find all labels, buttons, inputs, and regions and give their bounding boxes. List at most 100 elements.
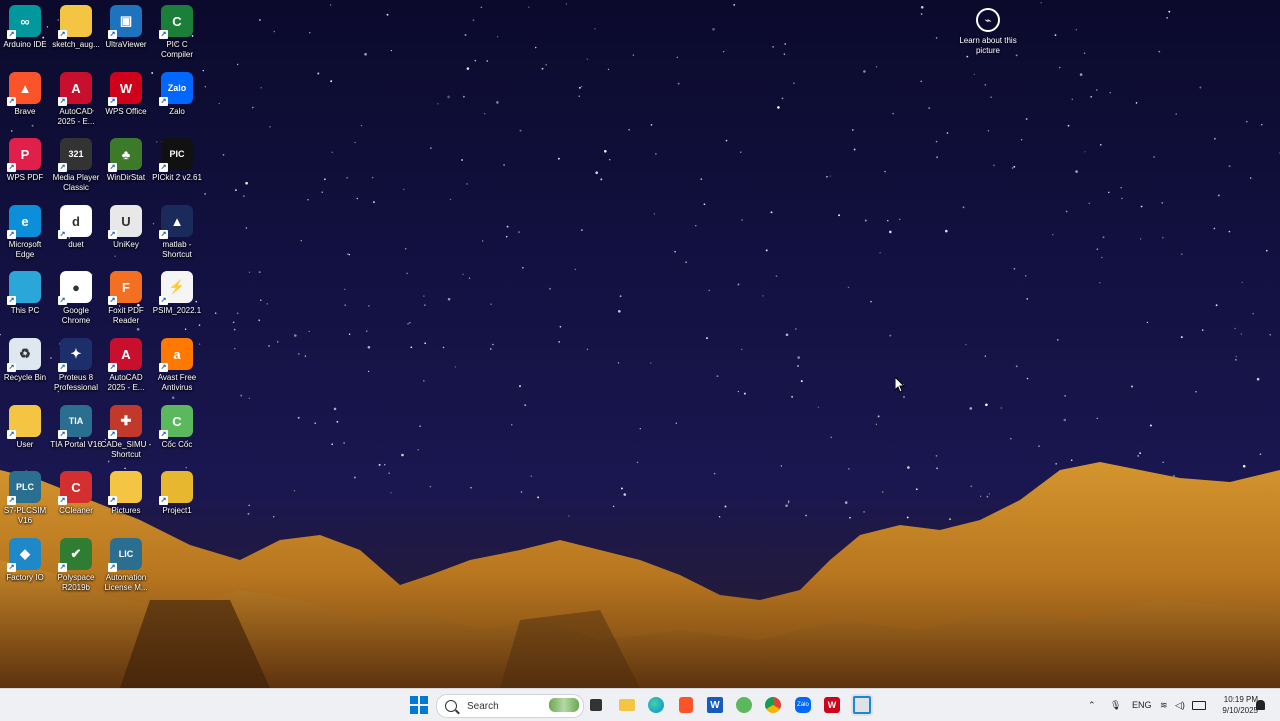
chrome-taskbar-button[interactable] (762, 694, 784, 716)
desktop-shortcut-label: WinDirStat (106, 173, 146, 182)
shortcut-arrow-icon: ↗ (7, 97, 16, 106)
desktop-shortcut[interactable]: ● ↗ Google Chrome (51, 271, 101, 326)
microphone-button[interactable]: 🎙 (1110, 689, 1121, 721)
desktop-shortcut[interactable]: A ↗ AutoCAD 2025 - E... (51, 72, 101, 127)
battery-button[interactable] (1192, 689, 1206, 721)
taskbar: Search W Zalo W ⌃ 🎙 ENG ≋ ◁) 10:19 PM 9/… (0, 688, 1280, 721)
coc-coc-taskbar-button[interactable] (733, 694, 755, 716)
desktop-shortcut[interactable]: ✔ ↗ Polyspace R2019b (51, 538, 101, 593)
language-indicator[interactable]: ENG (1132, 689, 1152, 721)
desktop-shortcut[interactable]: ◆ ↗ Factory IO (0, 538, 50, 583)
desktop-shortcut[interactable]: ↗ User (0, 405, 50, 450)
desktop-shortcut[interactable]: 321 ↗ Media Player Classic (51, 138, 101, 193)
file-explorer-button[interactable] (616, 694, 638, 716)
edge-taskbar-button[interactable] (645, 694, 667, 716)
desktop-shortcut-label: Polyspace R2019b (57, 573, 95, 592)
chevron-up-icon: ⌃ (1088, 699, 1096, 710)
task-view-button[interactable] (585, 694, 607, 716)
pickit-icon: PIC ↗ (159, 138, 193, 172)
desktop-shortcut[interactable]: ↗ Project1 (152, 471, 202, 516)
snipping-tool-icon (853, 696, 871, 714)
notification-button[interactable] (1256, 689, 1265, 721)
desktop-shortcut-label: UltraViewer (105, 40, 147, 49)
shortcut-arrow-icon: ↗ (108, 30, 117, 39)
edge-icon (648, 697, 664, 713)
word-icon: W (707, 697, 723, 713)
desktop-shortcut[interactable]: ↗ This PC (0, 271, 50, 316)
desktop-shortcut[interactable]: A ↗ AutoCAD 2025 - E... (101, 338, 151, 393)
desktop-shortcut-label: Media Player Classic (52, 173, 100, 192)
proteus-icon: ✦ ↗ (58, 338, 92, 372)
coc-coc-icon (736, 697, 752, 713)
desktop-shortcut[interactable]: P ↗ WPS PDF (0, 138, 50, 183)
ultraviewer-icon: ▣ ↗ (108, 5, 142, 39)
shortcut-arrow-icon: ↗ (159, 30, 168, 39)
show-hidden-icons-button[interactable]: ⌃ (1088, 689, 1096, 721)
desktop-shortcut-label: This PC (10, 306, 40, 315)
taskbar-search[interactable]: Search (436, 694, 584, 718)
desktop-shortcut[interactable]: d ↗ duet (51, 205, 101, 250)
desktop-shortcut[interactable]: ↗ sketch_aug... (51, 5, 101, 50)
desktop-shortcut[interactable]: ✦ ↗ Proteus 8 Professional (51, 338, 101, 393)
cade-simu-icon: ✚ ↗ (108, 405, 142, 439)
matlab-icon: ▲ ↗ (159, 205, 193, 239)
desktop-shortcut-label: Automation License M... (104, 573, 148, 592)
desktop-shortcut[interactable]: C ↗ PIC C Compiler (152, 5, 202, 60)
desktop-shortcut[interactable]: TIA ↗ TIA Portal V16 (50, 405, 102, 450)
desktop-shortcut-label: WPS PDF (6, 173, 44, 182)
desktop-shortcut[interactable]: Zalo ↗ Zalo (152, 72, 202, 117)
wps-icon: W (824, 697, 840, 713)
desktop-shortcut-label: PSIM_2022.1 (152, 306, 202, 315)
shortcut-arrow-icon: ↗ (58, 496, 67, 505)
desktop-shortcut[interactable]: ♻ ↗ Recycle Bin (0, 338, 50, 383)
desktop-shortcut-label: matlab - Shortcut (162, 240, 192, 259)
desktop-shortcut[interactable]: LIC ↗ Automation License M... (101, 538, 151, 593)
shortcut-arrow-icon: ↗ (159, 163, 168, 172)
desktop-shortcut[interactable]: C ↗ CCleaner (51, 471, 101, 516)
chrome-icon (765, 697, 781, 713)
start-button[interactable] (408, 694, 430, 716)
desktop-shortcut[interactable]: ∞ ↗ Arduino IDE (0, 5, 50, 50)
shortcut-arrow-icon: ↗ (58, 296, 67, 305)
desktop-shortcut[interactable]: a ↗ Avast Free Antivirus (152, 338, 202, 393)
volume-button[interactable]: ◁) (1175, 689, 1185, 721)
desktop-shortcut-label: CCleaner (59, 506, 93, 515)
word-taskbar-button[interactable]: W (704, 694, 726, 716)
zalo-icon: Zalo (795, 697, 811, 713)
autocad-icon: A ↗ (58, 72, 92, 106)
wps-taskbar-button[interactable]: W (821, 694, 843, 716)
desktop-shortcut[interactable]: e ↗ Microsoft Edge (0, 205, 50, 260)
shortcut-arrow-icon: ↗ (108, 230, 117, 239)
shortcut-arrow-icon: ↗ (159, 496, 168, 505)
desktop-shortcut[interactable]: W ↗ WPS Office (101, 72, 151, 117)
clock[interactable]: 10:19 PM 9/10/2025 (1208, 694, 1258, 716)
desktop-shortcut[interactable]: ▣ ↗ UltraViewer (101, 5, 151, 50)
desktop-shortcut[interactable]: ⚡ ↗ PSIM_2022.1 (152, 271, 202, 316)
desktop-shortcut[interactable]: PLC ↗ S7-PLCSIM V16 (0, 471, 50, 526)
zalo-taskbar-button[interactable]: Zalo (792, 694, 814, 716)
brave-taskbar-button[interactable] (675, 694, 697, 716)
desktop-shortcut[interactable]: U ↗ UniKey (101, 205, 151, 250)
desktop-shortcut[interactable]: ▲ ↗ matlab - Shortcut (152, 205, 202, 260)
shortcut-arrow-icon: ↗ (58, 563, 67, 572)
media-player-classic-icon: 321 ↗ (58, 138, 92, 172)
desktop-shortcut[interactable]: ↗ Pictures (101, 471, 151, 516)
desktop-shortcut-label: Arduino IDE (3, 40, 47, 49)
desktop-shortcut[interactable]: ▲ ↗ Brave (0, 72, 50, 117)
desktop-shortcut[interactable]: F ↗ Foxit PDF Reader (101, 271, 151, 326)
ccleaner-icon: C ↗ (58, 471, 92, 505)
desktop-shortcut-label: PICkit 2 v2.61 (152, 173, 202, 182)
learn-about-picture[interactable]: ⌁ Learn about this picture (958, 8, 1018, 56)
desktop-shortcut[interactable]: PIC ↗ PICkit 2 v2.61 (152, 138, 202, 183)
snipping-tool-taskbar-button[interactable] (851, 694, 873, 716)
shortcut-arrow-icon: ↗ (58, 430, 67, 439)
shortcut-arrow-icon: ↗ (7, 363, 16, 372)
desktop-shortcut[interactable]: ✚ ↗ CADe_SIMU - Shortcut (101, 405, 151, 460)
desktop-shortcut[interactable]: ♣ ↗ WinDirStat (101, 138, 151, 183)
network-button[interactable]: ≋ (1160, 689, 1168, 721)
wifi-icon: ≋ (1160, 699, 1168, 710)
desktop-shortcut[interactable]: C ↗ Cốc Cốc (152, 405, 202, 450)
desktop-shortcut-label: WPS Office (105, 107, 147, 116)
pictures-folder-icon: ↗ (108, 471, 142, 505)
desktop-shortcut-label: Cốc Cốc (161, 440, 193, 449)
